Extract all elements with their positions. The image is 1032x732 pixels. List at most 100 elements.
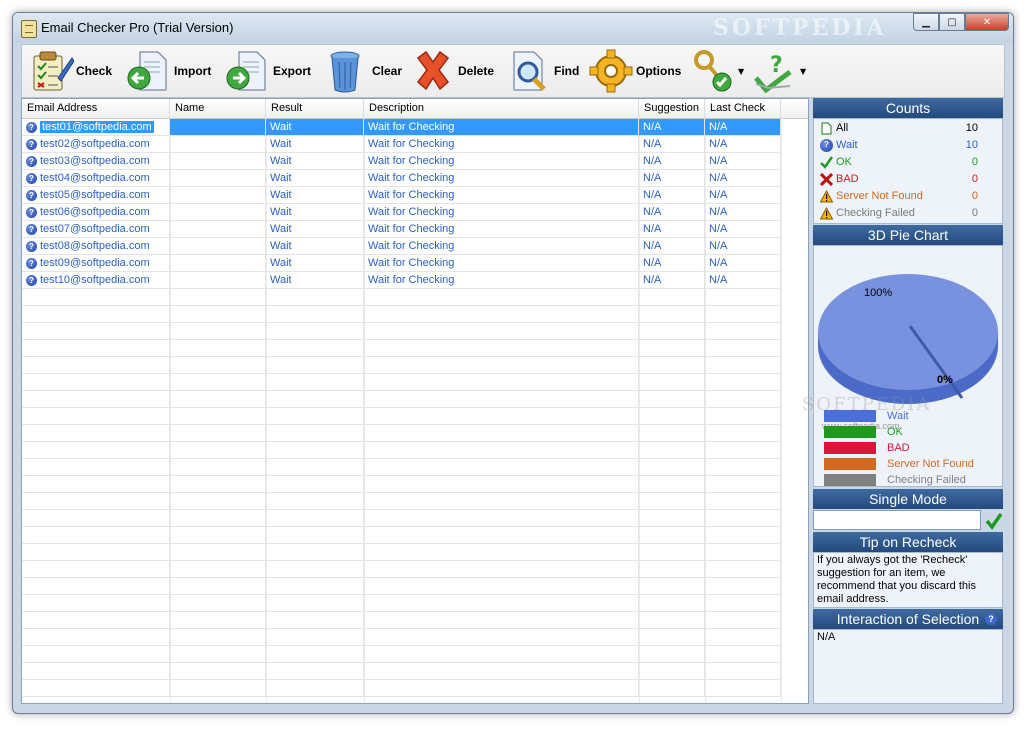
check-label: Check [76, 64, 113, 78]
table-cell-suggestion [639, 510, 705, 526]
table-row[interactable]: ? test10@softpedia.com Wait Wait for Checki… [22, 272, 782, 289]
table-row[interactable] [22, 680, 782, 697]
table-row[interactable] [22, 357, 782, 374]
minimize-button[interactable]: ▁ [913, 13, 939, 31]
table-row[interactable] [22, 646, 782, 663]
column-header-description[interactable]: Description [364, 99, 639, 118]
pie-chart-header: 3D Pie Chart [813, 225, 1003, 245]
table-cell-last-check: N/A [705, 238, 781, 254]
table-row[interactable] [22, 306, 782, 323]
column-header-last-check[interactable]: Last Check [705, 99, 781, 118]
table-cell-result [266, 425, 364, 441]
table-cell-result [266, 374, 364, 390]
table-cell-result [266, 289, 364, 305]
table-row[interactable]: ? test08@softpedia.com Wait Wait for Checki… [22, 238, 782, 255]
import-button[interactable]: Import [126, 48, 211, 94]
table-row[interactable]: ? test07@softpedia.com Wait Wait for Checki… [22, 221, 782, 238]
table-row[interactable] [22, 323, 782, 340]
help-menu-button[interactable]: ? ▼ [752, 48, 806, 94]
table-cell-name [170, 646, 266, 662]
table-cell-name [170, 187, 266, 203]
email-text: test07@softpedia.com [40, 223, 150, 235]
table-cell-name [170, 391, 266, 407]
table-row[interactable] [22, 374, 782, 391]
main-window: Email Checker Pro (Trial Version) SOFTPE… [12, 12, 1014, 714]
table-row[interactable]: ? test01@softpedia.com Wait Wait for Checki… [22, 119, 782, 136]
table-cell-name [170, 425, 266, 441]
table-cell-last-check [705, 493, 781, 509]
table-cell-result [266, 646, 364, 662]
single-check-button[interactable] [985, 512, 1003, 530]
options-button[interactable]: Options [588, 48, 681, 94]
table-row[interactable] [22, 459, 782, 476]
column-header-suggestion[interactable]: Suggestion [639, 99, 705, 118]
table-cell-last-check [705, 561, 781, 577]
table-cell-email: ? test05@softpedia.com [22, 187, 170, 203]
table-cell-email: ? test10@softpedia.com [22, 272, 170, 288]
table-cell-last-check [705, 391, 781, 407]
table-cell-name [170, 374, 266, 390]
table-cell-description [364, 459, 639, 475]
email-text: test04@softpedia.com [40, 172, 150, 184]
table-row[interactable] [22, 544, 782, 561]
column-header-result[interactable]: Result [266, 99, 364, 118]
table-row[interactable] [22, 578, 782, 595]
single-mode-email-input[interactable] [813, 510, 981, 530]
email-text: test01@softpedia.com [40, 121, 154, 133]
table-row[interactable] [22, 289, 782, 306]
export-button[interactable]: Export [225, 48, 311, 94]
table-cell-email [22, 612, 170, 628]
column-header-email[interactable]: Email Address [22, 99, 170, 118]
app-icon [21, 20, 37, 38]
table-row[interactable]: ? test02@softpedia.com Wait Wait for Checki… [22, 136, 782, 153]
table-cell-result: Wait [266, 136, 364, 152]
table-row[interactable] [22, 476, 782, 493]
email-table[interactable]: Email Address Name Result Description Su… [21, 98, 809, 704]
table-row[interactable] [22, 391, 782, 408]
title-bar[interactable]: Email Checker Pro (Trial Version) SOFTPE… [13, 13, 1013, 43]
table-cell-result [266, 476, 364, 492]
table-row[interactable] [22, 561, 782, 578]
table-row[interactable] [22, 493, 782, 510]
license-menu-button[interactable]: ▼ [690, 48, 744, 94]
table-row[interactable]: ? test05@softpedia.com Wait Wait for Checki… [22, 187, 782, 204]
table-cell-suggestion [639, 527, 705, 543]
table-cell-email [22, 408, 170, 424]
pie-chart: 100% 0% [818, 274, 998, 404]
table-row[interactable] [22, 612, 782, 629]
table-row[interactable]: ? test09@softpedia.com Wait Wait for Checki… [22, 255, 782, 272]
table-cell-description [364, 340, 639, 356]
table-cell-description: Wait for Checking [364, 204, 639, 220]
table-row[interactable] [22, 340, 782, 357]
check-button[interactable]: Check [28, 48, 112, 94]
table-cell-email [22, 374, 170, 390]
table-row[interactable] [22, 408, 782, 425]
table-row[interactable]: ? test03@softpedia.com Wait Wait for Checki… [22, 153, 782, 170]
checklist-icon [33, 51, 74, 91]
clear-button[interactable]: Clear [324, 48, 402, 94]
find-button[interactable]: Find [506, 48, 579, 94]
delete-button[interactable]: Delete [410, 48, 494, 94]
email-text: test09@softpedia.com [40, 257, 150, 269]
table-cell-description [364, 578, 639, 594]
column-header-name[interactable]: Name [170, 99, 266, 118]
table-cell-name [170, 204, 266, 220]
close-button[interactable]: ✕ [965, 13, 1009, 31]
table-row[interactable] [22, 629, 782, 646]
pie-chart-panel: 100% 0% SOFTPEDIA www.softpedia.com Wait… [802, 245, 1003, 487]
table-row[interactable]: ? test04@softpedia.com Wait Wait for Checki… [22, 170, 782, 187]
table-row[interactable] [22, 663, 782, 680]
question-icon: ? [26, 257, 37, 269]
table-cell-description: Wait for Checking [364, 153, 639, 169]
legend-label: BAD [887, 442, 910, 454]
table-row[interactable] [22, 595, 782, 612]
table-row[interactable] [22, 527, 782, 544]
table-row[interactable] [22, 442, 782, 459]
maximize-button[interactable]: ▢ [939, 13, 965, 31]
table-row[interactable]: ? test06@softpedia.com Wait Wait for Checki… [22, 204, 782, 221]
table-cell-suggestion [639, 374, 705, 390]
table-cell-email [22, 510, 170, 526]
table-row[interactable] [22, 425, 782, 442]
help-icon[interactable]: ? [985, 613, 997, 625]
table-row[interactable] [22, 510, 782, 527]
